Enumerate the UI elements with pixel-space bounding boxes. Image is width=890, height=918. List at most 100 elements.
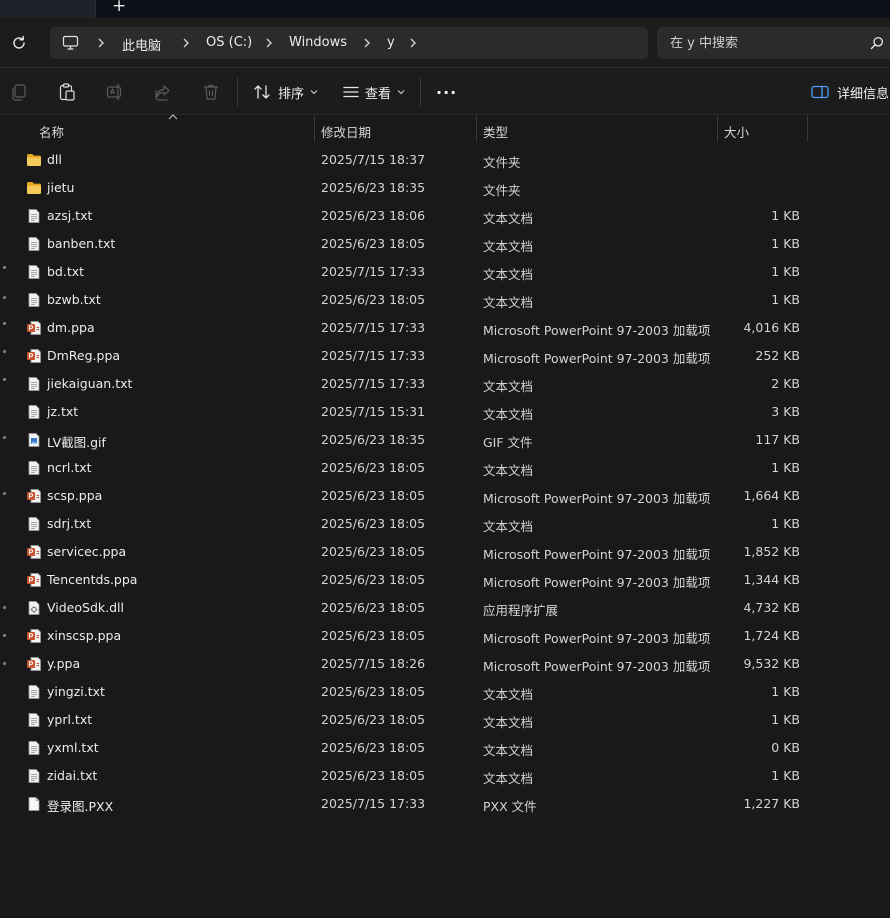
file-name: LV截图.gif [47,435,106,450]
file-modified-date: 2025/6/23 18:05 [321,236,426,251]
file-name: y.ppa [47,656,81,671]
chevron-right-icon[interactable] [408,36,418,50]
folder-icon [27,154,41,166]
column-header-type[interactable]: 类型 [483,122,508,141]
file-size: 1 KB [771,292,800,307]
search-box [657,27,890,59]
address-bar[interactable]: 此电脑 OS (C:) Windows y [50,27,648,59]
file-row[interactable]: jz.txt 2025/7/15 15:31 文本文档 3 KB [0,398,890,426]
paste-icon[interactable] [57,82,77,102]
delete-icon[interactable] [201,82,221,102]
file-row[interactable]: yxml.txt 2025/6/23 18:05 文本文档 0 KB [0,734,890,762]
file-size: 1,227 KB [743,796,800,811]
view-button[interactable]: 查看 [343,80,411,104]
powerpoint-addin-icon [27,321,41,335]
more-options-button[interactable]: ··· [436,80,457,104]
column-header-name[interactable]: 名称 [39,122,64,141]
column-resize-handle[interactable] [717,116,718,142]
file-row[interactable]: servicec.ppa 2025/6/23 18:05 Microsoft Pow… [0,538,890,566]
file-row[interactable]: Tencentds.ppa 2025/6/23 18:05 Microsoft Po… [0,566,890,594]
column-header-size[interactable]: 大小 [724,122,749,141]
file-row[interactable]: banben.txt 2025/6/23 18:05 文本文档 1 KB [0,230,890,258]
file-type: PXX 文件 [483,799,537,814]
file-type: Microsoft PowerPoint 97-2003 加载项 [483,491,711,506]
breadcrumb-item-os-c[interactable]: OS (C:) [206,35,252,50]
file-modified-date: 2025/6/23 18:05 [321,544,426,559]
file-modified-date: 2025/6/23 18:05 [321,488,426,503]
file-name: Tencentds.ppa [47,572,138,587]
new-tab-button[interactable]: + [112,0,126,15]
chevron-right-icon[interactable] [181,36,191,50]
search-input[interactable] [657,27,862,59]
file-type: 文本文档 [483,407,534,422]
file-name: yingzi.txt [47,684,105,699]
file-row[interactable]: yingzi.txt 2025/6/23 18:05 文本文档 1 KB [0,678,890,706]
file-modified-date: 2025/6/23 18:35 [321,180,426,195]
file-size: 1 KB [771,236,800,251]
file-modified-date: 2025/7/15 17:33 [321,376,426,391]
column-resize-handle[interactable] [314,116,315,142]
refresh-icon[interactable] [10,34,28,52]
file-row[interactable]: LV截图.gif 2025/6/23 18:35 GIF 文件 117 KB [0,426,890,454]
file-modified-date: 2025/6/23 18:05 [321,292,426,307]
breadcrumb-item-y[interactable]: y [387,35,395,50]
file-size: 1 KB [771,768,800,783]
powerpoint-addin-icon [27,545,41,559]
chevron-down-icon [397,90,405,95]
file-type: 应用程序扩展 [483,603,559,618]
chevron-right-icon[interactable] [264,36,274,50]
file-type: 文件夹 [483,183,521,198]
file-size: 1 KB [771,460,800,475]
file-row[interactable]: dm.ppa 2025/7/15 17:33 Microsoft PowerPoin… [0,314,890,342]
search-icon[interactable] [870,36,884,50]
sort-ascending-icon [168,114,178,120]
file-modified-date: 2025/7/15 15:31 [321,404,426,419]
file-name: servicec.ppa [47,544,127,559]
sort-button[interactable]: 排序 [254,80,324,104]
text-file-icon [28,405,40,419]
file-type: 文本文档 [483,743,534,758]
file-modified-date: 2025/7/15 17:33 [321,264,426,279]
file-row[interactable]: zidai.txt 2025/6/23 18:05 文本文档 1 KB [0,762,890,790]
powerpoint-addin-icon [27,489,41,503]
file-name: sdrj.txt [47,516,92,531]
breadcrumb-item-windows[interactable]: Windows [289,35,347,50]
details-pane-button[interactable]: 详细信息 [811,80,889,104]
file-row[interactable]: DmReg.ppa 2025/7/15 17:33 Microsoft PowerP… [0,342,890,370]
file-row[interactable]: xinscsp.ppa 2025/6/23 18:05 Microsoft Powe… [0,622,890,650]
rename-icon[interactable] [105,82,125,102]
file-name: yxml.txt [47,740,99,755]
file-row[interactable]: azsj.txt 2025/6/23 18:06 文本文档 1 KB [0,202,890,230]
copy-icon[interactable] [9,82,29,102]
active-tab[interactable] [0,0,96,18]
file-row[interactable]: bd.txt 2025/7/15 17:33 文本文档 1 KB [0,258,890,286]
file-modified-date: 2025/6/23 18:05 [321,684,426,699]
computer-icon[interactable] [62,35,79,51]
chevron-right-icon[interactable] [362,36,372,50]
column-resize-handle[interactable] [476,116,477,142]
file-row[interactable]: sdrj.txt 2025/6/23 18:05 文本文档 1 KB [0,510,890,538]
file-size: 1,724 KB [743,628,800,643]
blank-file-icon [28,797,40,811]
file-row[interactable]: VideoSdk.dll 2025/6/23 18:05 应用程序扩展 4,732 K… [0,594,890,622]
file-row[interactable]: ncrl.txt 2025/6/23 18:05 文本文档 1 KB [0,454,890,482]
file-row[interactable]: y.ppa 2025/7/15 18:26 Microsoft PowerPoint… [0,650,890,678]
file-size: 1 KB [771,208,800,223]
file-row[interactable]: jietu 2025/6/23 18:35 文件夹 [0,174,890,202]
column-resize-handle[interactable] [807,116,808,142]
file-row[interactable]: yprl.txt 2025/6/23 18:05 文本文档 1 KB [0,706,890,734]
file-list-pane: 名称 修改日期 类型 大小 dll 2025/7/15 18:37 文件夹 jietu… [0,114,890,918]
chevron-right-icon[interactable] [96,36,106,50]
file-row[interactable]: scsp.ppa 2025/6/23 18:05 Microsoft PowerPo… [0,482,890,510]
file-row[interactable]: dll 2025/7/15 18:37 文件夹 [0,146,890,174]
column-header-date[interactable]: 修改日期 [321,122,371,141]
file-name: zidai.txt [47,768,98,783]
file-row[interactable]: jiekaiguan.txt 2025/7/15 17:33 文本文档 2 KB [0,370,890,398]
file-name: VideoSdk.dll [47,600,124,615]
file-type: Microsoft PowerPoint 97-2003 加载项 [483,323,711,338]
file-row[interactable]: 登录图.PXX 2025/7/15 17:33 PXX 文件 1,227 KB [0,790,890,818]
share-icon[interactable] [153,82,173,102]
breadcrumb-item-this-pc[interactable]: 此电脑 [122,35,161,54]
sort-icon [254,85,270,99]
file-row[interactable]: bzwb.txt 2025/6/23 18:05 文本文档 1 KB [0,286,890,314]
